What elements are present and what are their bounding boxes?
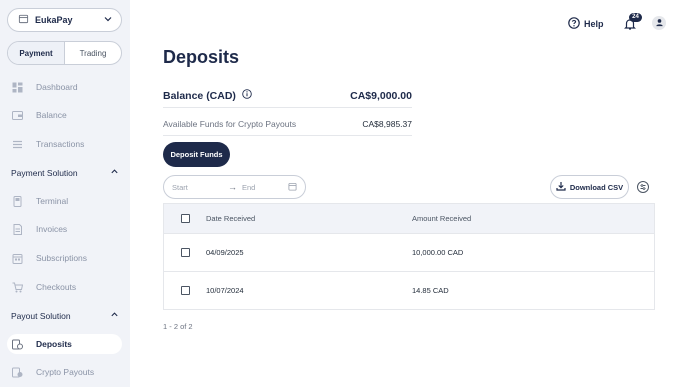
- deposit-funds-button[interactable]: Deposit Funds: [163, 142, 230, 167]
- section-label: Payout Solution: [11, 310, 71, 321]
- sidebar-item-label: Crypto Payouts: [36, 367, 95, 377]
- help-label: Help: [584, 19, 604, 29]
- user-menu-button[interactable]: [652, 16, 666, 30]
- column-header-date[interactable]: Date Received: [206, 214, 412, 223]
- cart-icon: [12, 282, 23, 293]
- invoice-icon: [12, 223, 23, 235]
- sidebar-item-checkouts[interactable]: Checkouts: [7, 277, 122, 297]
- sidebar-item-invoices[interactable]: Invoices: [7, 219, 122, 239]
- deposits-table: Date Received Amount Received 04/09/2025…: [163, 203, 655, 310]
- sidebar-item-label: Terminal: [36, 196, 69, 206]
- available-funds-label: Available Funds for Crypto Payouts: [163, 118, 297, 129]
- list-icon: [12, 139, 23, 150]
- arrow-right-icon: →: [228, 182, 237, 192]
- select-all-checkbox[interactable]: [180, 214, 190, 223]
- end-date-input[interactable]: End: [242, 183, 288, 192]
- help-button[interactable]: Help: [568, 17, 604, 31]
- help-icon: [568, 17, 580, 31]
- deposit-icon: [12, 339, 23, 350]
- terminal-icon: [12, 195, 23, 207]
- sidebar-item-label: Deposits: [36, 339, 72, 349]
- section-label: Payment Solution: [11, 167, 78, 178]
- download-csv-button[interactable]: Download CSV: [550, 175, 629, 199]
- mode-tabs: Payment Trading: [7, 41, 122, 65]
- wallet-icon: [12, 110, 23, 121]
- section-payout-solution[interactable]: Payout Solution: [11, 310, 119, 321]
- sidebar-item-dashboard[interactable]: Dashboard: [7, 77, 122, 97]
- cell-date: 04/09/2025: [206, 248, 244, 257]
- start-date-input[interactable]: Start: [172, 183, 228, 192]
- page-title: Deposits: [163, 47, 240, 67]
- pagination-info: 1 - 2 of 2: [163, 322, 193, 331]
- notification-badge: 24: [629, 13, 642, 22]
- column-header-amount[interactable]: Amount Received: [412, 214, 654, 223]
- info-icon[interactable]: [242, 89, 252, 102]
- sidebar-item-deposits[interactable]: Deposits: [7, 334, 122, 354]
- store-icon: [18, 11, 29, 29]
- download-icon: [556, 181, 566, 193]
- user-icon: [655, 14, 664, 32]
- sidebar-item-crypto-payouts[interactable]: Crypto Payouts: [7, 362, 122, 382]
- tab-trading[interactable]: Trading: [65, 42, 121, 64]
- sidebar-item-label: Subscriptions: [36, 253, 88, 263]
- balance-value: CA$9,000.00: [350, 89, 412, 102]
- tab-payment[interactable]: Payment: [8, 42, 65, 64]
- sidebar-item-label: Invoices: [36, 224, 68, 234]
- download-csv-label: Download CSV: [569, 182, 624, 192]
- calendar-icon: [288, 182, 297, 193]
- calendar-icon: [12, 253, 23, 264]
- column-settings-icon[interactable]: [636, 180, 650, 194]
- workspace-name: EukaPay: [35, 15, 73, 25]
- available-funds-value: CA$8,985.37: [362, 118, 412, 129]
- available-funds-row: Available Funds for Crypto Payouts CA$8,…: [163, 112, 412, 136]
- chevron-down-icon: [103, 11, 113, 29]
- cell-date: 10/07/2024: [206, 286, 244, 295]
- sidebar-item-terminal[interactable]: Terminal: [7, 191, 122, 211]
- sidebar-item-label: Checkouts: [36, 282, 77, 292]
- sidebar-item-transactions[interactable]: Transactions: [7, 134, 122, 154]
- workspace-selector[interactable]: EukaPay: [7, 8, 122, 32]
- sidebar-item-balance[interactable]: Balance: [7, 105, 122, 125]
- sidebar-item-label: Transactions: [36, 139, 85, 149]
- sidebar-item-subscriptions[interactable]: Subscriptions: [7, 248, 122, 268]
- sidebar-item-label: Balance: [36, 110, 67, 120]
- balance-label: Balance (CAD): [163, 89, 236, 102]
- sidebar: EukaPay Payment Trading Dashboard Balanc…: [0, 0, 130, 387]
- table-row[interactable]: 10/07/2024 14.85 CAD: [164, 271, 654, 309]
- cell-amount: 14.85 CAD: [412, 286, 449, 295]
- table-row[interactable]: 04/09/2025 10,000.00 CAD: [164, 233, 654, 271]
- balance-row: Balance (CAD) CA$9,000.00: [163, 84, 412, 108]
- chevron-up-icon: [110, 310, 119, 321]
- sidebar-item-label: Dashboard: [36, 82, 78, 92]
- row-checkbox[interactable]: [180, 248, 190, 257]
- crypto-payout-icon: [12, 367, 23, 378]
- dashboard-icon: [12, 82, 23, 93]
- table-header: Date Received Amount Received: [164, 204, 654, 233]
- chevron-up-icon: [110, 167, 119, 178]
- section-payment-solution[interactable]: Payment Solution: [11, 167, 119, 178]
- cell-amount: 10,000.00 CAD: [412, 248, 464, 257]
- date-range-picker[interactable]: Start → End: [163, 175, 306, 199]
- row-checkbox[interactable]: [180, 286, 190, 295]
